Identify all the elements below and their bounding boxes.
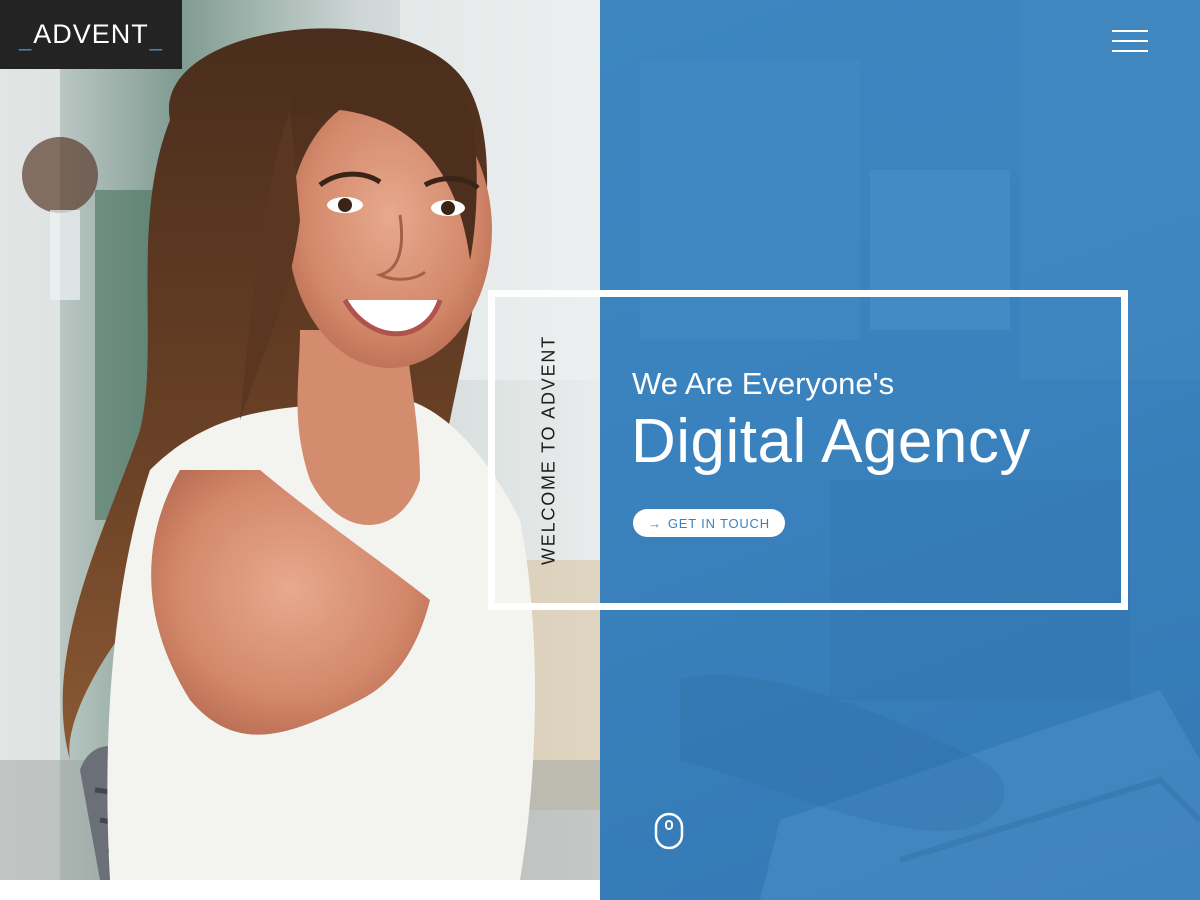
arrow-right-icon: → xyxy=(648,515,662,531)
get-in-touch-button[interactable]: → GET IN TOUCH xyxy=(633,509,785,537)
logo-suffix: _ xyxy=(149,25,164,51)
logo-word: ADVENT xyxy=(33,19,149,49)
menu-button[interactable] xyxy=(1106,24,1154,60)
hero-tagline: We Are Everyone's xyxy=(632,366,895,401)
welcome-text: WELCOME TO ADVENT xyxy=(538,335,559,565)
logo[interactable]: _ ADVENT _ xyxy=(0,0,182,69)
mouse-scroll-icon[interactable] xyxy=(654,812,684,850)
get-in-touch-label: GET IN TOUCH xyxy=(667,515,770,531)
page: _ ADVENT _ WELCOME TO ADVENT We Are Ever… xyxy=(0,0,1200,900)
logo-prefix: _ xyxy=(18,25,33,51)
hero-headline: Digital Agency xyxy=(631,407,1031,476)
